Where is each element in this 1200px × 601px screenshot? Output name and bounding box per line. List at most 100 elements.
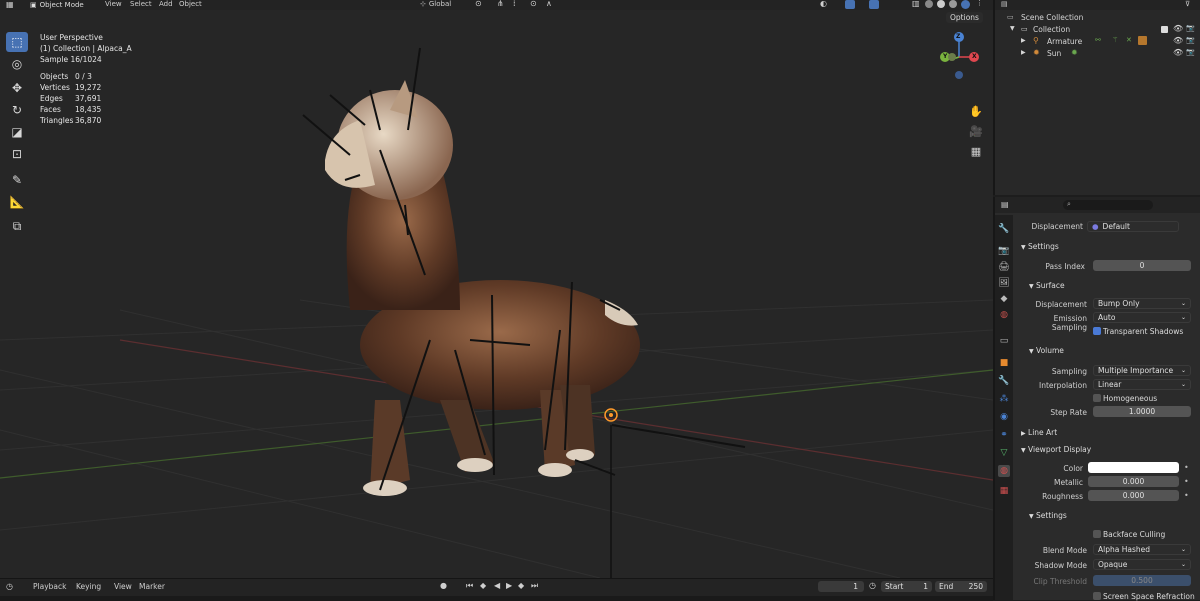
collection-tab-icon[interactable]: ▭ [998,335,1010,347]
particles-tab-icon[interactable]: ⁂ [998,393,1010,405]
transparent-shadows-checkbox[interactable] [1093,327,1101,335]
timeline-ruler[interactable] [0,596,993,601]
visibility-icon[interactable]: ◐ [820,0,827,8]
snap-target-icon[interactable]: ⁞ [513,0,516,8]
next-keyframe-icon[interactable]: ◆ [518,581,524,590]
shading-wireframe-icon[interactable] [925,0,933,8]
keyframe-dot-icon[interactable]: • [1184,491,1189,500]
properties-editor-icon[interactable]: ▤ [1001,200,1009,209]
sampling-dropdown[interactable]: Multiple Importance ⌄ [1093,365,1191,376]
modifier-tab-icon[interactable]: 🔧 [998,375,1010,387]
transform-orientation[interactable]: ⊹ Global [420,0,451,8]
prev-keyframe-icon[interactable]: ◆ [480,581,486,590]
snap-icon[interactable]: ⋔ [497,0,504,8]
shading-options-icon[interactable]: ⋮ [976,0,983,7]
start-frame-field[interactable]: Start 1 [881,581,932,592]
options-button[interactable]: Options [946,12,983,23]
outliner-item-sun[interactable]: ▶ ✹ Sun ✹ 👁 📷 [995,48,1200,60]
viewport-display-header[interactable]: ▼ Viewport Display [1021,445,1091,454]
outliner-editor-icon[interactable]: ▤ [1001,0,1008,8]
exclude-checkbox-icon[interactable] [1161,26,1168,33]
shading-rendered-icon[interactable] [961,0,970,9]
shadow-mode-dropdown[interactable]: Opaque ⌄ [1093,559,1191,570]
current-frame-field[interactable]: 1 [818,581,864,592]
hand-pan-icon[interactable]: ✋ [967,102,985,120]
menu-select[interactable]: Select [130,0,152,8]
chevron-down-icon[interactable]: ▼ [1010,25,1015,32]
measure-tool[interactable]: 📐 [6,192,28,212]
shading-solid-icon[interactable] [937,0,945,8]
step-rate-field[interactable]: 1.0000 [1093,406,1191,417]
menu-add[interactable]: Add [159,0,173,8]
backface-culling-checkbox[interactable] [1093,530,1101,538]
pass-index-field[interactable]: 0 [1093,260,1191,271]
shading-material-icon[interactable] [949,0,957,8]
end-frame-field[interactable]: End 250 [935,581,987,592]
move-tool[interactable]: ✥ [6,78,28,98]
texture-tab-icon[interactable]: ▦ [998,485,1010,497]
perspective-grid-icon[interactable]: ▦ [967,142,985,160]
outliner-scene-collection[interactable]: ▭ Scene Collection [995,12,1200,24]
menu-view[interactable]: View [105,0,122,8]
tool-tab-icon[interactable]: 🔧 [998,223,1010,235]
play-icon[interactable]: ▶ [506,581,512,590]
record-icon[interactable]: ● [440,581,447,590]
homogeneous-checkbox[interactable] [1093,394,1101,402]
surface-displacement-dropdown[interactable]: Bump Only ⌄ [1093,298,1191,309]
properties-search-input[interactable]: ⌕ [1063,200,1153,210]
vd-settings-header[interactable]: ▼ Settings [1029,511,1067,520]
select-box-tool[interactable]: ⬚ [6,32,28,52]
data-tab-icon[interactable]: ▽ [998,447,1010,459]
outliner-item-armature[interactable]: ▶ ⚲ Armature ⚯ ⚚ ✕ 👁 📷 [995,36,1200,48]
jump-start-icon[interactable]: ⏮ [466,581,473,591]
3d-viewport[interactable]: User Perspective (1) Collection | Alpaca… [0,10,993,578]
xray-icon[interactable]: ▥ [912,0,920,8]
camera-restrict-icon[interactable]: 📷 [1186,48,1195,56]
world-tab-icon[interactable]: ◍ [998,309,1010,321]
annotate-tool[interactable]: ✎ [6,170,28,190]
outliner-collection[interactable]: ▼ ▭ Collection 👁 📷 [995,24,1200,36]
blend-mode-dropdown[interactable]: Alpha Hashed ⌄ [1093,544,1191,555]
volume-header[interactable]: ▼ Volume [1029,346,1064,355]
line-art-header[interactable]: ▶ Line Art [1021,428,1057,437]
eye-icon[interactable]: 👁 [1173,48,1183,57]
eye-icon[interactable]: 👁 [1173,36,1183,45]
timeline-menu-playback[interactable]: Playback [33,582,66,591]
pivot-icon[interactable]: ⊙ [475,0,482,8]
output-tab-icon[interactable]: 🖨 [998,261,1010,273]
chevron-right-icon[interactable]: ▶ [1021,37,1026,44]
mode-selector[interactable]: ▣ Object Mode [30,0,88,9]
editor-type-icon[interactable]: ▦ [6,0,20,9]
physics-tab-icon[interactable]: ◉ [998,411,1010,423]
menu-object[interactable]: Object [179,0,202,8]
screen-space-refraction-checkbox[interactable] [1093,592,1101,600]
falloff-icon[interactable]: ∧ [546,0,552,8]
overlay-toggle-icon[interactable] [869,0,879,9]
camera-view-icon[interactable]: 🎥 [967,122,985,140]
timeline-menu-view[interactable]: View [114,582,132,591]
render-tab-icon[interactable]: 📷 [998,245,1010,257]
object-tab-icon[interactable]: ■ [998,357,1010,369]
play-reverse-icon[interactable]: ◀ [494,581,500,590]
proportional-edit-icon[interactable]: ⊙ [530,0,537,8]
keyframe-dot-icon[interactable]: • [1184,463,1189,472]
metallic-field[interactable]: 0.000 [1088,476,1179,487]
interpolation-dropdown[interactable]: Linear ⌄ [1093,379,1191,390]
rotate-tool[interactable]: ↻ [6,100,28,120]
cursor-tool[interactable]: ◎ [6,54,28,74]
emission-sampling-dropdown[interactable]: Auto ⌄ [1093,312,1191,323]
settings-header[interactable]: ▼ Settings [1021,242,1059,251]
timeline-menu-keying[interactable]: Keying [76,582,101,591]
outliner-filter-icon[interactable]: ⊽ [1185,0,1190,8]
scale-tool[interactable]: ◪ [6,122,28,142]
displacement-dropdown[interactable]: ● Default [1087,221,1179,232]
color-swatch[interactable] [1088,462,1179,473]
chevron-right-icon[interactable]: ▶ [1021,49,1026,56]
transform-tool[interactable]: ⊡ [6,144,28,164]
material-tab-icon[interactable]: ◍ [998,465,1010,477]
view-layer-tab-icon[interactable]: 🖼 [998,277,1010,289]
camera-restrict-icon[interactable]: 📷 [1186,36,1195,44]
camera-restrict-icon[interactable]: 📷 [1186,24,1195,32]
eye-icon[interactable]: 👁 [1173,24,1183,33]
jump-end-icon[interactable]: ⏭ [531,581,538,591]
